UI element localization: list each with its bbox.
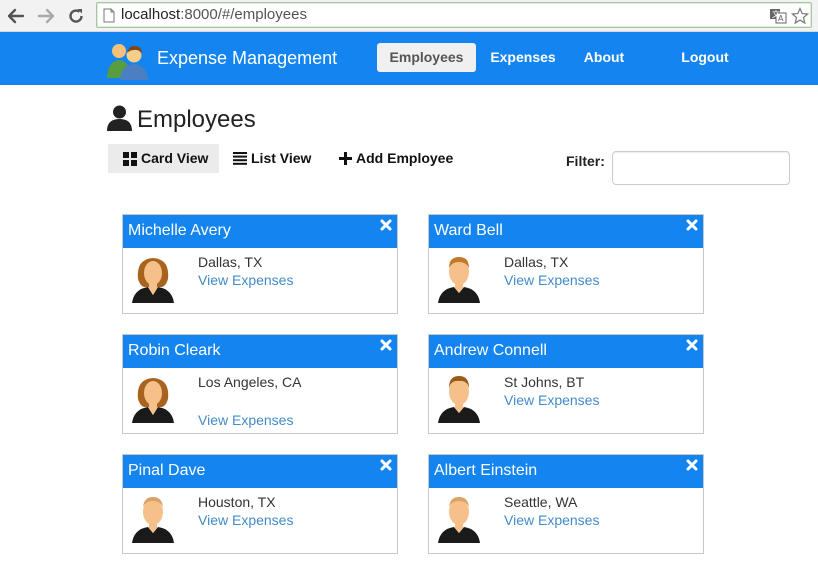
translate-icon[interactable]: 文 A xyxy=(769,7,787,25)
view-expenses-link[interactable]: View Expenses xyxy=(198,512,293,528)
back-arrow-icon xyxy=(7,8,25,24)
nav-expenses[interactable]: Expenses xyxy=(487,43,559,72)
filter-label: Filter: xyxy=(566,153,605,169)
nav-about[interactable]: About xyxy=(579,43,629,72)
page-title: Employees xyxy=(137,106,256,133)
browser-toolbar: localhost:8000/#/employees 文 A xyxy=(0,0,818,32)
url-path: :8000/#/employees xyxy=(180,6,307,23)
plus-icon xyxy=(339,152,352,165)
card-header: Andrew Connell xyxy=(429,335,703,368)
user-icon xyxy=(107,105,132,131)
url-host: localhost xyxy=(121,6,181,23)
employee-name[interactable]: Ward Bell xyxy=(434,222,503,240)
male-avatar-icon xyxy=(438,257,480,303)
view-expenses-link[interactable]: View Expenses xyxy=(198,272,293,288)
employee-location: Dallas, TX xyxy=(198,254,263,270)
filter-input[interactable] xyxy=(612,151,790,185)
employee-name[interactable]: Albert Einstein xyxy=(434,462,537,480)
employee-name[interactable]: Robin Cleark xyxy=(128,342,220,360)
employee-card: Pinal Dave Houston, TX View Expenses xyxy=(122,454,398,554)
card-view-label: Card View xyxy=(141,150,209,166)
forward-arrow-icon xyxy=(37,8,55,24)
delete-x-icon[interactable] xyxy=(380,459,392,471)
card-header: Pinal Dave xyxy=(123,455,397,488)
brand-title[interactable]: Expense Management xyxy=(157,48,337,69)
male-avatar-icon xyxy=(438,497,480,543)
employee-card: Robin Cleark Los Angeles, CA View Expens… xyxy=(122,334,398,434)
nav-logout[interactable]: Logout xyxy=(677,43,733,72)
employee-name[interactable]: Michelle Avery xyxy=(128,222,231,240)
employee-location: Houston, TX xyxy=(198,494,276,510)
delete-x-icon[interactable] xyxy=(686,219,698,231)
male-avatar-icon xyxy=(438,376,480,423)
employee-card: Albert Einstein Seattle, WA View Expense… xyxy=(428,454,704,554)
male-avatar-icon xyxy=(132,497,174,543)
delete-x-icon[interactable] xyxy=(380,339,392,351)
add-employee-button[interactable]: Add Employee xyxy=(339,144,453,173)
female-avatar-icon xyxy=(132,258,174,303)
view-expenses-link[interactable]: View Expenses xyxy=(504,272,599,288)
people-logo-icon[interactable] xyxy=(105,40,151,80)
card-header: Albert Einstein xyxy=(429,455,703,488)
employee-location: Los Angeles, CA xyxy=(198,374,302,390)
app-navbar: Expense Management Employees Expenses Ab… xyxy=(0,32,818,85)
view-expenses-link[interactable]: View Expenses xyxy=(504,392,599,408)
reload-button[interactable] xyxy=(64,4,88,28)
url-text: localhost:8000/#/employees xyxy=(121,6,307,24)
female-avatar-icon xyxy=(132,378,174,423)
employee-name[interactable]: Pinal Dave xyxy=(128,462,205,480)
employee-location: St Johns, BT xyxy=(504,374,585,390)
employee-name[interactable]: Andrew Connell xyxy=(434,342,547,360)
add-employee-label: Add Employee xyxy=(356,150,454,166)
list-view-button[interactable]: List View xyxy=(233,144,311,173)
delete-x-icon[interactable] xyxy=(380,219,392,231)
employee-location: Seattle, WA xyxy=(504,494,578,510)
employee-card: Andrew Connell St Johns, BT View Expense… xyxy=(428,334,704,434)
grid-icon xyxy=(123,151,137,166)
card-header: Ward Bell xyxy=(429,215,703,248)
forward-button[interactable] xyxy=(34,4,58,28)
list-icon xyxy=(233,152,247,165)
employee-card: Michelle Avery Dallas, TX View Expenses xyxy=(122,214,398,314)
card-header: Michelle Avery xyxy=(123,215,397,248)
list-view-label: List View xyxy=(251,150,312,166)
delete-x-icon[interactable] xyxy=(686,339,698,351)
page-icon xyxy=(103,8,115,23)
nav-employees[interactable]: Employees xyxy=(377,43,476,72)
address-bar[interactable]: localhost:8000/#/employees 文 A xyxy=(96,2,812,28)
employee-card: Ward Bell Dallas, TX View Expenses xyxy=(428,214,704,314)
svg-text:A: A xyxy=(778,14,784,23)
reload-icon xyxy=(69,9,83,23)
view-expenses-link[interactable]: View Expenses xyxy=(198,412,293,428)
delete-x-icon[interactable] xyxy=(686,459,698,471)
star-bookmark-icon[interactable] xyxy=(791,7,809,25)
employee-location: Dallas, TX xyxy=(504,254,569,270)
back-button[interactable] xyxy=(4,4,28,28)
view-expenses-link[interactable]: View Expenses xyxy=(504,512,599,528)
card-view-button[interactable]: Card View xyxy=(108,144,219,173)
card-header: Robin Cleark xyxy=(123,335,397,368)
